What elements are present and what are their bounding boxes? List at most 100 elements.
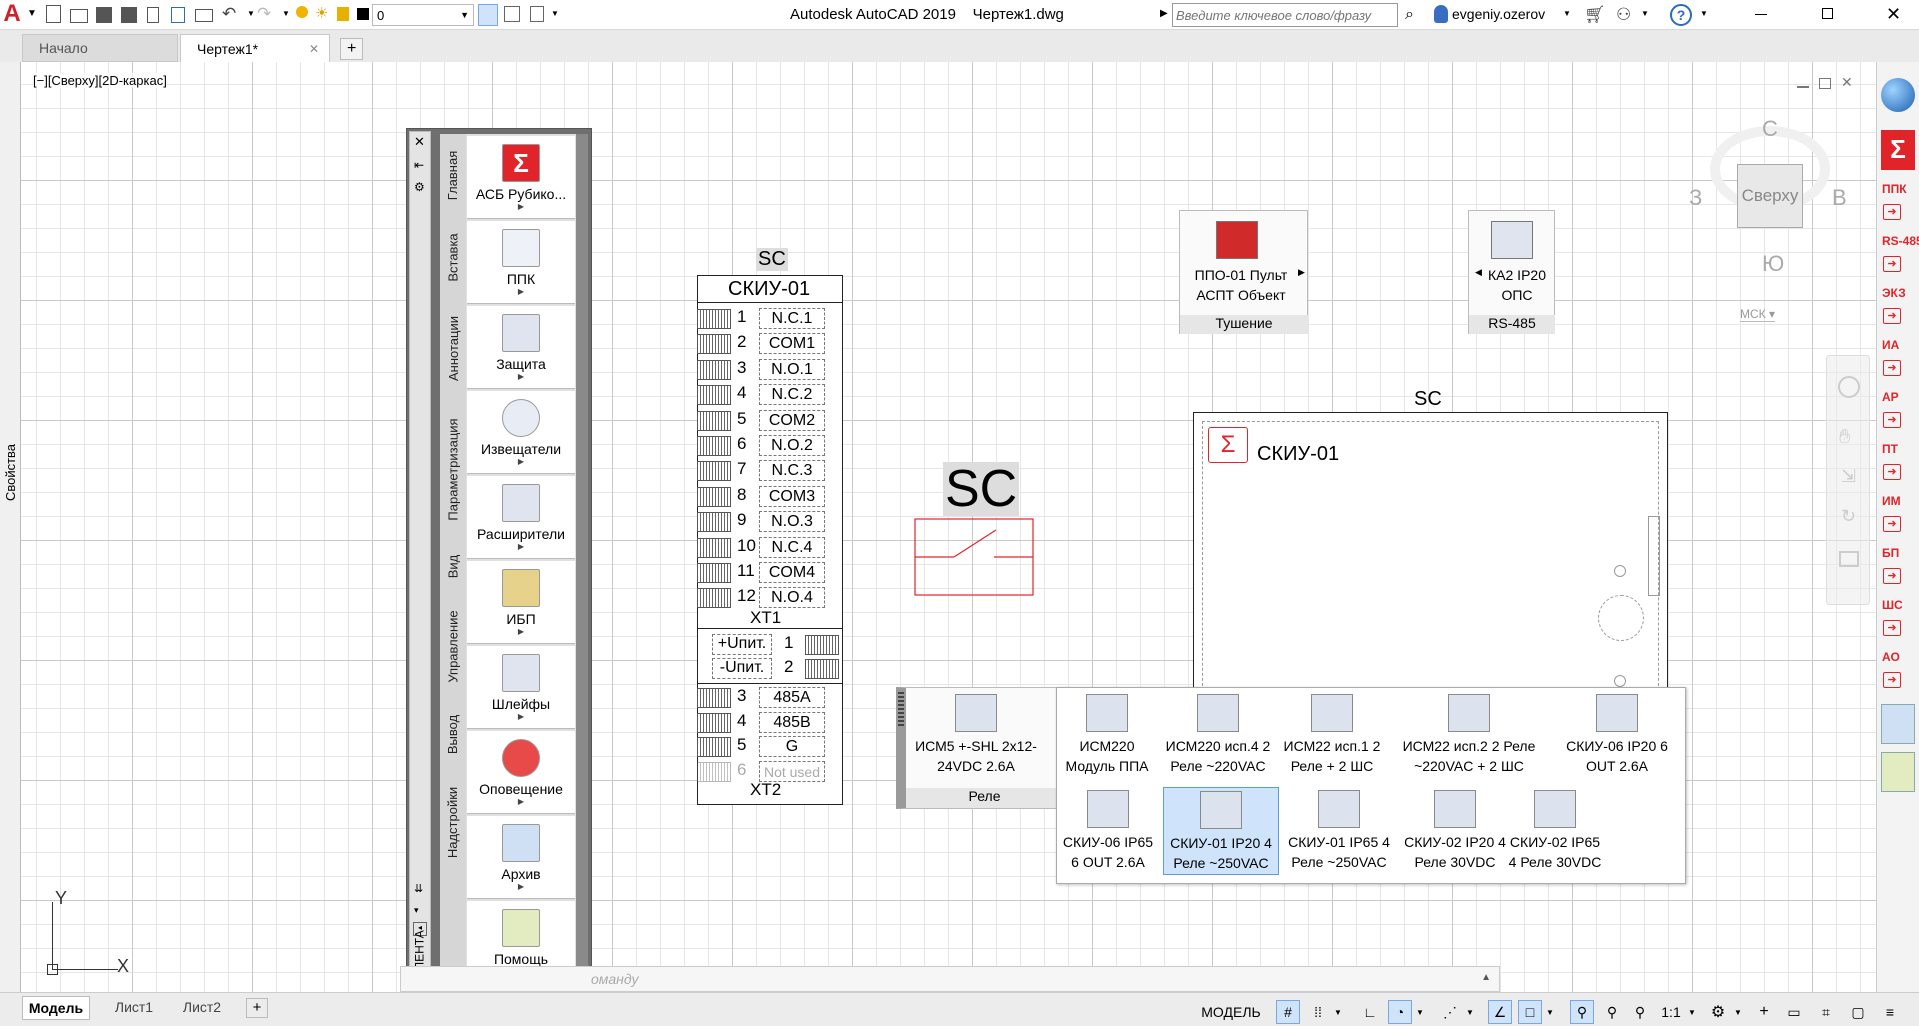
snap-toggle-icon[interactable]: ⁞⁞ — [1306, 1000, 1330, 1024]
restore-button[interactable] — [1822, 8, 1833, 19]
layer-bulb-icon[interactable] — [296, 6, 308, 18]
right-toolbar-button[interactable]: ШС ➜ — [1881, 596, 1915, 642]
search-expand-icon[interactable]: ▶ — [1160, 8, 1168, 19]
right-toolbar-button[interactable]: ИА ➜ — [1881, 336, 1915, 382]
layer-lock-icon[interactable] — [337, 7, 349, 21]
undo-dropdown-icon[interactable]: ▼ — [247, 9, 255, 18]
viewcube-east[interactable]: В — [1832, 185, 1847, 211]
tab-drawing[interactable]: Чертеж1* ✕ — [180, 34, 330, 62]
user-icon[interactable] — [1434, 5, 1448, 23]
right-toolbar-button[interactable]: БП ➜ — [1881, 544, 1915, 590]
relay-item[interactable]: СКИУ-02 IP65 4 Реле 30VDC — [1507, 790, 1603, 872]
palette-menu-icon[interactable]: ▾ — [414, 905, 419, 916]
palette-autohide-icon[interactable]: ⇤ — [414, 158, 424, 172]
isodraft-dropdown-icon[interactable]: ▼ — [1464, 1000, 1476, 1024]
viewport-close-icon[interactable]: ✕ — [1841, 74, 1853, 91]
units-icon[interactable]: ▭ — [1782, 1000, 1806, 1024]
ucs-dropdown[interactable]: МСК ▾ — [1740, 307, 1776, 322]
add-layout-button[interactable]: + — [246, 998, 268, 1018]
tab-insert[interactable]: Вставка — [442, 222, 464, 292]
web-mobile-icon[interactable] — [147, 7, 159, 23]
right-toolbar-button[interactable]: ИМ ➜ — [1881, 492, 1915, 538]
palette-button-protection[interactable]: Защита ▶ — [467, 306, 575, 389]
relay-item[interactable]: СКИУ-01 IP20 4 Реле ~250VAC — [1163, 787, 1279, 875]
tab-home[interactable]: Главная — [442, 138, 464, 212]
steering-wheel-icon[interactable] — [1838, 376, 1860, 398]
annotation-visibility-icon[interactable]: ⚲ — [1570, 1000, 1594, 1024]
object-snap-dropdown-icon[interactable]: ▼ — [1544, 1000, 1556, 1024]
ortho-toggle-icon[interactable]: ∟ — [1358, 1000, 1382, 1024]
layer-color-swatch[interactable] — [357, 8, 369, 20]
right-toolbar-button[interactable]: RS-485 ➜ — [1881, 232, 1919, 278]
snap-dropdown-icon[interactable]: ▼ — [1332, 1000, 1344, 1024]
viewcube[interactable]: Сверху С Ю З В — [1689, 110, 1847, 276]
tab-manage[interactable]: Управление — [442, 598, 464, 694]
command-line[interactable]: оманду ▲ — [400, 966, 1500, 992]
command-history-arrow-icon[interactable]: ▲ — [1481, 972, 1491, 983]
showmotion-icon[interactable] — [1839, 551, 1859, 567]
help-dropdown-icon[interactable]: ▼ — [1700, 9, 1708, 18]
relay-contact-symbol[interactable] — [914, 518, 1034, 596]
close-window-button[interactable]: ✕ — [1886, 4, 1901, 25]
user-name[interactable]: evgeniy.ozerov — [1452, 6, 1545, 22]
tab-start[interactable]: Начало — [22, 34, 178, 62]
tab-annotate[interactable]: Аннотации — [442, 302, 464, 394]
save-as-icon[interactable] — [121, 7, 137, 23]
tab-close-icon[interactable]: ✕ — [309, 42, 319, 56]
relay-item-ism5[interactable]: ИСМ5 +-SHL 2х12-24VDC 2.6A — [912, 694, 1040, 776]
qa-layer-props-icon[interactable] — [504, 6, 520, 22]
relay-item[interactable]: ИСМ220 исп.4 2 Реле ~220VAC — [1160, 694, 1276, 776]
share-icon[interactable] — [171, 7, 185, 23]
orbit-icon[interactable]: ↻ — [1841, 506, 1856, 527]
rb-archive-icon[interactable] — [1881, 704, 1915, 744]
relay-item[interactable]: СКИУ-01 IP65 4 Реле ~250VAC — [1281, 790, 1397, 872]
user-dropdown-icon[interactable]: ▼ — [1563, 9, 1571, 18]
viewcube-face[interactable]: Сверху — [1737, 164, 1803, 228]
redo-dropdown-icon[interactable]: ▼ — [282, 9, 290, 18]
grid-toggle-icon[interactable]: # — [1276, 1000, 1300, 1024]
autocad-logo-icon[interactable]: A — [0, 0, 24, 28]
object-snap-tracking-icon[interactable]: ∠ — [1488, 1000, 1512, 1024]
palette-collapse-icon[interactable]: ⇊ — [414, 882, 423, 895]
relay-item[interactable]: СКИУ-06 IP20 6 OUT 2.6A — [1553, 694, 1681, 776]
layer-sun-icon[interactable]: ☀ — [315, 4, 328, 22]
right-toolbar-button[interactable]: АР ➜ — [1881, 388, 1915, 434]
layout-tab-sheet1[interactable]: Лист1 — [104, 996, 164, 1020]
tab-addins[interactable]: Надстройки — [442, 774, 464, 870]
relay-item[interactable]: ИСМ22 исп.2 2 Реле ~220VAC + 2 ШС — [1385, 694, 1553, 776]
card-ka2[interactable]: ◀ КА2 IP20 ОПС RS-485 — [1468, 210, 1555, 334]
annotation-scale-value[interactable]: 1:1 — [1656, 1000, 1686, 1024]
polar-dropdown-icon[interactable]: ▼ — [1414, 1000, 1426, 1024]
tab-view[interactable]: Вид — [442, 544, 464, 588]
redo-icon[interactable]: ↷ — [257, 4, 271, 24]
qa-customize-arrow-icon[interactable]: ▼ — [551, 9, 559, 18]
palette-header[interactable] — [409, 131, 431, 989]
app-menu-arrow-icon[interactable]: ▼ — [27, 8, 37, 19]
layout-tab-model[interactable]: Модель — [22, 996, 90, 1020]
zoom-icon[interactable]: ⇲ — [1841, 466, 1856, 487]
device-view-frame[interactable]: Σ СКИУ-01 — [1193, 412, 1668, 692]
card-ppo01[interactable]: ППО-01 Пульт АСПТ Объект ▶ Тушение — [1179, 210, 1308, 334]
layer-select[interactable]: 0 ▼ — [372, 4, 474, 26]
relay-item[interactable]: ИСМ220 Модуль ППА — [1059, 694, 1155, 776]
palette-close-icon[interactable]: ✕ — [414, 134, 425, 150]
scale-dropdown-icon[interactable]: ▼ — [1686, 1000, 1698, 1024]
navigation-bar[interactable]: ✋︎ ⇲ ↻ — [1826, 355, 1870, 605]
palette-button-archive[interactable]: Архив ▶ — [467, 816, 575, 899]
workspace-dropdown-icon[interactable]: ▼ — [1732, 1000, 1744, 1024]
annotation-monitor-icon[interactable]: + — [1752, 1000, 1776, 1024]
model-space-button[interactable]: МОДЕЛЬ — [1198, 1000, 1264, 1024]
tab-output[interactable]: Вывод — [442, 704, 464, 764]
right-toolbar-button[interactable]: АО ➜ — [1881, 648, 1915, 694]
palette-button-notification[interactable]: Оповещение ▶ — [467, 731, 575, 814]
qa-custom-icon[interactable] — [530, 6, 544, 22]
right-toolbar-button[interactable]: ППК ➜ — [1881, 180, 1915, 226]
properties-strip[interactable]: Свойства — [0, 62, 21, 992]
sigma-app-icon[interactable]: Σ — [1881, 130, 1915, 170]
search-input[interactable] — [1172, 3, 1398, 27]
isodraft-icon[interactable]: ⋰ — [1438, 1000, 1462, 1024]
workspace-gear-icon[interactable]: ⚙ — [1706, 1000, 1730, 1024]
undo-icon[interactable]: ↶ — [222, 4, 236, 24]
viewport-minimize-icon[interactable] — [1797, 86, 1809, 88]
qa-match-props-icon[interactable] — [478, 4, 498, 26]
